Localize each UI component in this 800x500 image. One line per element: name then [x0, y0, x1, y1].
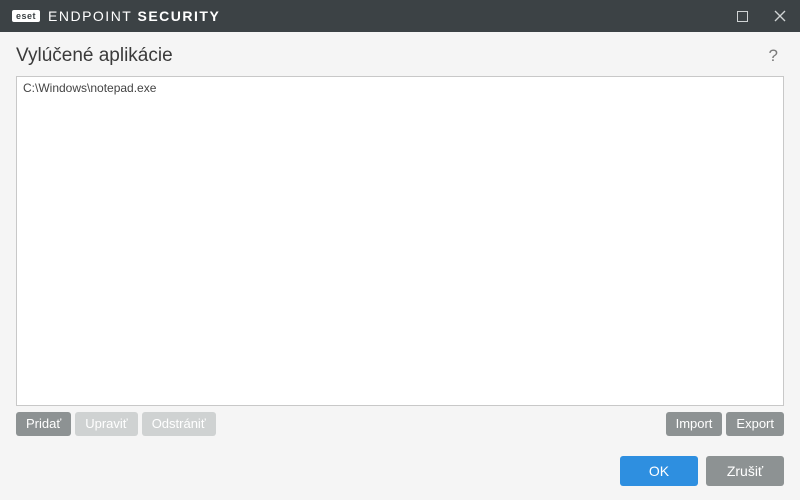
delete-button[interactable]: Odstrániť	[142, 412, 216, 436]
export-button[interactable]: Export	[726, 412, 784, 436]
window-controls	[730, 4, 792, 28]
close-button[interactable]	[768, 4, 792, 28]
close-icon	[774, 10, 786, 22]
cancel-button[interactable]: Zrušiť	[706, 456, 784, 486]
brand: eset ENDPOINT SECURITY	[12, 8, 220, 24]
right-actions: Import Export	[666, 412, 784, 436]
titlebar: eset ENDPOINT SECURITY	[0, 0, 800, 32]
edit-button[interactable]: Upraviť	[75, 412, 137, 436]
dialog-footer: OK Zrušiť	[16, 456, 784, 486]
maximize-icon	[737, 11, 748, 22]
list-item[interactable]: C:\Windows\notepad.exe	[17, 77, 783, 99]
content-area: Vylúčené aplikácie ? C:\Windows\notepad.…	[0, 32, 800, 500]
product-name-light: ENDPOINT	[48, 8, 137, 24]
brand-logo: eset	[12, 10, 40, 22]
page-title: Vylúčené aplikácie	[16, 45, 173, 67]
list-actions-row: Pridať Upraviť Odstrániť Import Export	[16, 412, 784, 436]
ok-button[interactable]: OK	[620, 456, 698, 486]
header-row: Vylúčené aplikácie ?	[16, 44, 784, 68]
product-name-bold: SECURITY	[138, 8, 221, 24]
excluded-apps-list[interactable]: C:\Windows\notepad.exe	[16, 76, 784, 406]
left-actions: Pridať Upraviť Odstrániť	[16, 412, 216, 436]
help-icon[interactable]: ?	[763, 44, 784, 68]
import-button[interactable]: Import	[666, 412, 723, 436]
add-button[interactable]: Pridať	[16, 412, 71, 436]
product-name: ENDPOINT SECURITY	[48, 8, 220, 24]
maximize-button[interactable]	[730, 4, 754, 28]
